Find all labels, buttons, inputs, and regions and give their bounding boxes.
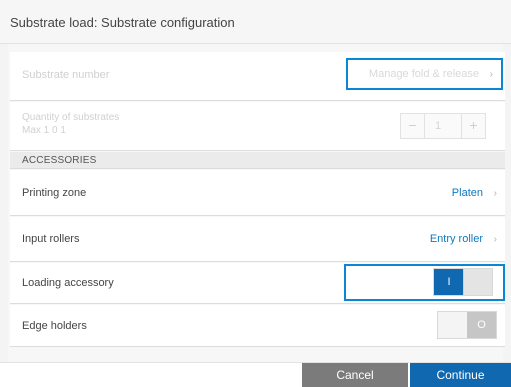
- accessories-section-label: ACCESSORIES: [22, 155, 97, 166]
- chevron-right-icon: ›: [493, 188, 497, 199]
- substrate-number-value: Manage fold & release: [368, 68, 479, 80]
- edge-holders-toggle[interactable]: O: [437, 311, 497, 339]
- printing-zone-label: Printing zone: [22, 187, 87, 199]
- printing-zone-value[interactable]: Platen: [452, 187, 483, 199]
- quantity-stepper[interactable]: − 1 +: [400, 113, 486, 139]
- quantity-sublabel: Max 1 0 1: [22, 125, 66, 136]
- toggle-thumb: [438, 312, 468, 338]
- quantity-row: Quantity of substrates Max 1 0 1 − 1 +: [10, 102, 505, 151]
- loading-accessory-row: Loading accessory I: [10, 263, 505, 304]
- edge-holders-row: Edge holders O: [10, 305, 505, 347]
- loading-accessory-label: Loading accessory: [22, 277, 114, 289]
- input-rollers-label: Input rollers: [22, 233, 80, 245]
- substrate-number-label: Substrate number: [22, 69, 110, 81]
- input-rollers-row[interactable]: Input rollers Entry roller ›: [10, 217, 505, 262]
- plus-icon[interactable]: +: [461, 114, 485, 138]
- loading-accessory-toggle[interactable]: I: [433, 268, 493, 296]
- toggle-on-indicator: I: [434, 269, 464, 295]
- printing-zone-row[interactable]: Printing zone Platen ›: [10, 170, 505, 216]
- cancel-button[interactable]: Cancel: [302, 363, 408, 387]
- substrate-number-row: Substrate number Manage fold & release ›: [10, 52, 505, 101]
- toggle-thumb: [463, 269, 492, 295]
- quantity-label: Quantity of substrates: [22, 112, 120, 123]
- chevron-right-icon: ›: [489, 69, 493, 80]
- substrate-config-dialog: Substrate load: Substrate configuration …: [0, 0, 511, 387]
- minus-icon[interactable]: −: [401, 114, 425, 138]
- dialog-footer: Cancel Continue: [0, 362, 511, 387]
- continue-button[interactable]: Continue: [410, 363, 511, 387]
- input-rollers-value[interactable]: Entry roller: [430, 233, 483, 245]
- dialog-title: Substrate load: Substrate configuration: [10, 15, 235, 30]
- accessories-section-header: ACCESSORIES: [10, 152, 505, 169]
- chevron-right-icon: ›: [493, 234, 497, 245]
- edge-holders-label: Edge holders: [22, 320, 87, 332]
- substrate-number-select[interactable]: Manage fold & release ›: [346, 58, 503, 90]
- dialog-title-bar: Substrate load: Substrate configuration: [0, 0, 511, 44]
- quantity-value: 1: [435, 120, 442, 132]
- toggle-off-indicator: O: [467, 312, 496, 338]
